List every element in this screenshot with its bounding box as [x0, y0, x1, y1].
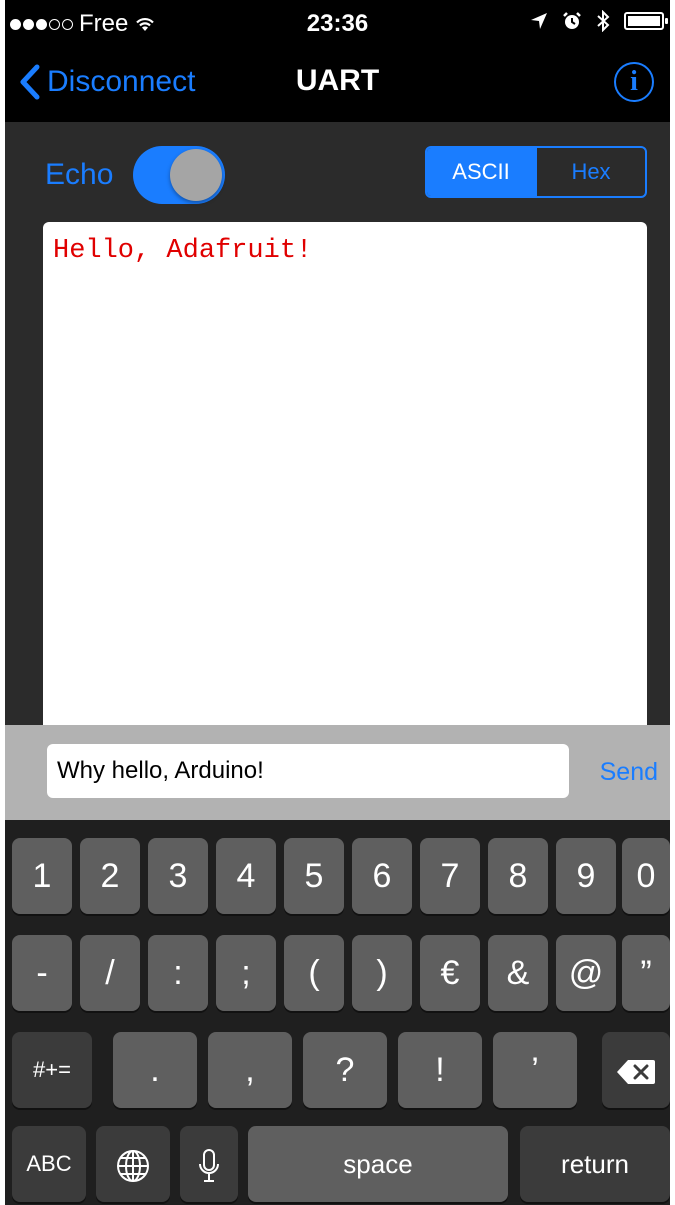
- screen: Free 23:36 Disconnect UART i Echo ASCII …: [5, 0, 670, 1205]
- key-quote[interactable]: ”: [622, 935, 670, 1011]
- abc-key[interactable]: ABC: [12, 1126, 86, 1202]
- dictation-key[interactable]: [180, 1126, 238, 1202]
- globe-key[interactable]: [96, 1126, 170, 1202]
- key-7[interactable]: 7: [420, 838, 480, 914]
- status-bar: Free 23:36: [5, 0, 670, 50]
- navigation-bar: Disconnect UART i: [5, 50, 670, 122]
- echo-label: Echo: [45, 158, 114, 191]
- location-arrow-icon: [531, 13, 547, 29]
- key-euro[interactable]: €: [420, 935, 480, 1011]
- key-1[interactable]: 1: [12, 838, 72, 914]
- backspace-icon: [617, 1060, 655, 1085]
- console-output[interactable]: Hello, Adafruit!: [43, 222, 647, 762]
- battery-icon: [624, 12, 668, 30]
- key-9[interactable]: 9: [556, 838, 616, 914]
- console-line: Hello, Adafruit!: [53, 236, 313, 266]
- toggle-knob: [170, 149, 222, 201]
- key-close-paren[interactable]: ): [352, 935, 412, 1011]
- format-segmented-control: ASCII Hex: [425, 146, 647, 198]
- message-input[interactable]: [47, 744, 569, 798]
- key-8[interactable]: 8: [488, 838, 548, 914]
- ascii-segment[interactable]: ASCII: [427, 148, 535, 196]
- chevron-left-icon: [20, 64, 40, 100]
- echo-toggle[interactable]: [133, 146, 225, 204]
- key-6[interactable]: 6: [352, 838, 412, 914]
- key-5[interactable]: 5: [284, 838, 344, 914]
- bluetooth-icon: [597, 10, 610, 32]
- microphone-icon: [199, 1149, 219, 1183]
- space-key[interactable]: space: [248, 1126, 508, 1202]
- key-colon[interactable]: :: [148, 935, 208, 1011]
- key-comma[interactable]: ,: [208, 1032, 292, 1108]
- symbols-toggle-key[interactable]: #+=: [12, 1032, 92, 1108]
- info-icon[interactable]: i: [614, 62, 654, 102]
- top-bar: Free 23:36 Disconnect UART i: [5, 0, 670, 122]
- key-question[interactable]: ?: [303, 1032, 387, 1108]
- disconnect-label: Disconnect: [47, 65, 196, 98]
- key-period[interactable]: .: [113, 1032, 197, 1108]
- key-hyphen[interactable]: -: [12, 935, 72, 1011]
- hex-segment[interactable]: Hex: [535, 148, 645, 196]
- key-exclamation[interactable]: !: [398, 1032, 482, 1108]
- key-semicolon[interactable]: ;: [216, 935, 276, 1011]
- key-3[interactable]: 3: [148, 838, 208, 914]
- key-apostrophe[interactable]: ’: [493, 1032, 577, 1108]
- key-4[interactable]: 4: [216, 838, 276, 914]
- return-key[interactable]: return: [520, 1126, 670, 1202]
- status-right: [530, 10, 668, 32]
- backspace-key[interactable]: [602, 1032, 670, 1108]
- send-button[interactable]: Send: [600, 758, 658, 787]
- alarm-icon: [563, 12, 581, 29]
- key-slash[interactable]: /: [80, 935, 140, 1011]
- keyboard: 1 2 3 4 5 6 7 8 9 0 - / : ; ( ) € & @ ” …: [5, 820, 670, 1205]
- key-0[interactable]: 0: [622, 838, 670, 914]
- key-2[interactable]: 2: [80, 838, 140, 914]
- input-bar: Send: [5, 725, 670, 820]
- key-ampersand[interactable]: &: [488, 935, 548, 1011]
- disconnect-button[interactable]: Disconnect: [19, 64, 195, 100]
- key-open-paren[interactable]: (: [284, 935, 344, 1011]
- key-at[interactable]: @: [556, 935, 616, 1011]
- globe-icon: [117, 1150, 149, 1183]
